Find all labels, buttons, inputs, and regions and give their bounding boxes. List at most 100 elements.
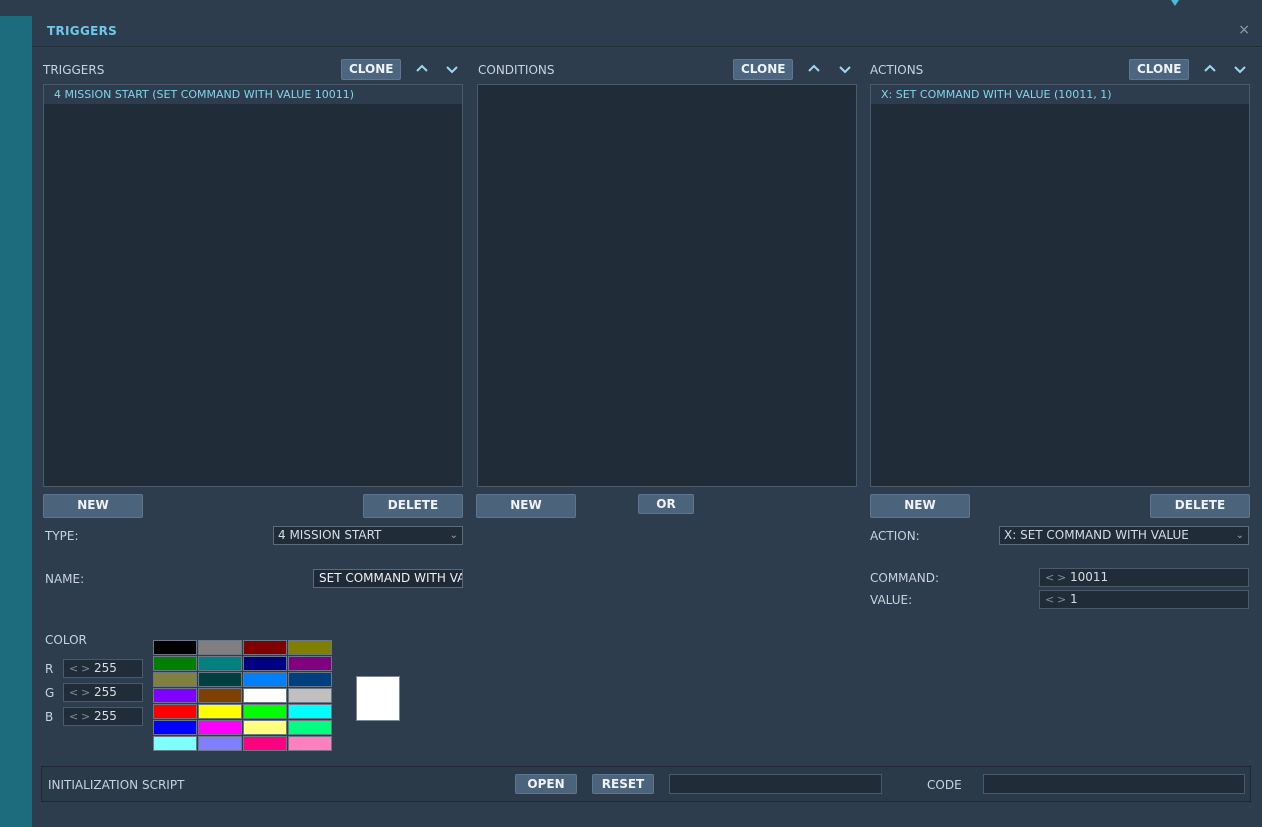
color-swatch[interactable]: [288, 672, 332, 687]
color-swatch[interactable]: [288, 720, 332, 735]
color-swatch[interactable]: [198, 704, 242, 719]
increment-icon[interactable]: >: [81, 684, 90, 701]
name-input[interactable]: SET COMMAND WITH VALU: [313, 569, 463, 588]
conditions-or-button[interactable]: OR: [638, 494, 694, 514]
color-preview: [356, 676, 400, 721]
trigger-list-item[interactable]: 4 MISSION START (SET COMMAND WITH VALUE …: [44, 85, 462, 104]
r-spinner[interactable]: < > 255: [63, 659, 143, 678]
action-select[interactable]: X: SET COMMAND WITH VALUE ⌄: [999, 526, 1249, 545]
decrement-icon[interactable]: <: [1045, 591, 1054, 608]
color-swatch[interactable]: [198, 640, 242, 655]
initialization-script-label: INITIALIZATION SCRIPT: [48, 778, 185, 792]
color-label: COLOR: [45, 633, 87, 647]
g-value: 255: [94, 685, 117, 699]
color-swatch[interactable]: [243, 640, 287, 655]
r-value: 255: [94, 661, 117, 675]
color-swatch[interactable]: [198, 672, 242, 687]
increment-icon[interactable]: >: [1057, 591, 1066, 608]
type-label: TYPE:: [45, 529, 79, 543]
chevron-down-icon: ⌄: [1235, 530, 1244, 541]
top-band: [32, 0, 1262, 16]
actions-new-button[interactable]: NEW: [870, 494, 970, 518]
command-value: 10011: [1070, 570, 1109, 584]
color-swatch[interactable]: [243, 688, 287, 703]
color-swatch[interactable]: [243, 672, 287, 687]
increment-icon[interactable]: >: [1057, 569, 1066, 586]
color-swatch[interactable]: [288, 704, 332, 719]
conditions-header: CONDITIONS: [478, 63, 555, 77]
command-label: COMMAND:: [870, 571, 939, 585]
color-swatch[interactable]: [198, 720, 242, 735]
color-swatch[interactable]: [243, 736, 287, 751]
actions-header: ACTIONS: [870, 63, 924, 77]
actions-delete-button[interactable]: DELETE: [1150, 494, 1250, 518]
name-label: NAME:: [45, 572, 85, 586]
value-spinner[interactable]: < > 1: [1039, 590, 1249, 609]
type-select[interactable]: 4 MISSION START ⌄: [273, 526, 463, 545]
color-swatch[interactable]: [198, 656, 242, 671]
conditions-new-button[interactable]: NEW: [476, 494, 576, 518]
conditions-move-up-icon[interactable]: [806, 61, 822, 77]
color-swatch[interactable]: [153, 736, 197, 751]
code-input[interactable]: [983, 774, 1245, 794]
person-icon[interactable]: [1168, 0, 1182, 11]
action-list-item[interactable]: X: SET COMMAND WITH VALUE (10011, 1): [871, 85, 1249, 104]
actions-move-up-icon[interactable]: [1202, 61, 1218, 77]
initialization-script-panel: INITIALIZATION SCRIPT OPEN RESET CODE: [41, 766, 1251, 802]
titlebar: TRIGGERS ×: [32, 16, 1262, 47]
type-select-value: 4 MISSION START: [278, 528, 382, 542]
r-label: R: [45, 662, 54, 676]
color-swatch[interactable]: [288, 656, 332, 671]
increment-icon[interactable]: >: [81, 660, 90, 677]
action-label: ACTION:: [870, 529, 920, 543]
triggers-list: 4 MISSION START (SET COMMAND WITH VALUE …: [43, 84, 463, 487]
g-spinner[interactable]: < > 255: [63, 683, 143, 702]
color-swatch[interactable]: [153, 704, 197, 719]
color-palette: [153, 640, 333, 751]
window-title: TRIGGERS: [47, 24, 118, 38]
color-swatch[interactable]: [153, 688, 197, 703]
command-spinner[interactable]: < > 10011: [1039, 568, 1249, 587]
color-swatch[interactable]: [288, 640, 332, 655]
conditions-clone-button[interactable]: CLONE: [733, 59, 794, 80]
color-swatch[interactable]: [198, 688, 242, 703]
decrement-icon[interactable]: <: [1045, 569, 1054, 586]
g-label: G: [45, 686, 55, 700]
left-side-strip: [0, 16, 32, 827]
open-button[interactable]: OPEN: [515, 774, 577, 794]
color-swatch[interactable]: [288, 736, 332, 751]
actions-clone-button[interactable]: CLONE: [1129, 59, 1190, 80]
color-swatch[interactable]: [153, 720, 197, 735]
decrement-icon[interactable]: <: [69, 660, 78, 677]
triggers-header: TRIGGERS: [43, 63, 105, 77]
color-swatch[interactable]: [153, 672, 197, 687]
triggers-move-up-icon[interactable]: [414, 61, 430, 77]
triggers-window: TRIGGERS × TRIGGERS CLONE 4 MISSION STAR…: [32, 16, 1262, 827]
triggers-new-button[interactable]: NEW: [43, 494, 143, 518]
actions-move-down-icon[interactable]: [1232, 61, 1248, 77]
color-swatch[interactable]: [243, 720, 287, 735]
color-swatch[interactable]: [153, 640, 197, 655]
decrement-icon[interactable]: <: [69, 708, 78, 725]
decrement-icon[interactable]: <: [69, 684, 78, 701]
conditions-list: [477, 84, 857, 487]
color-swatch[interactable]: [198, 736, 242, 751]
b-spinner[interactable]: < > 255: [63, 707, 143, 726]
color-swatch[interactable]: [243, 656, 287, 671]
color-swatch[interactable]: [153, 656, 197, 671]
color-swatch[interactable]: [288, 688, 332, 703]
color-swatch[interactable]: [243, 704, 287, 719]
b-label: B: [45, 710, 54, 724]
triggers-delete-button[interactable]: DELETE: [363, 494, 463, 518]
b-value: 255: [94, 709, 117, 723]
code-label: CODE: [927, 778, 962, 792]
triggers-move-down-icon[interactable]: [444, 61, 460, 77]
increment-icon[interactable]: >: [81, 708, 90, 725]
chevron-down-icon: ⌄: [449, 530, 458, 541]
script-path-field[interactable]: [669, 774, 882, 794]
close-icon[interactable]: ×: [1238, 22, 1250, 38]
triggers-clone-button[interactable]: CLONE: [341, 59, 402, 80]
action-select-value: X: SET COMMAND WITH VALUE: [1004, 528, 1189, 542]
reset-button[interactable]: RESET: [592, 774, 654, 794]
conditions-move-down-icon[interactable]: [837, 61, 853, 77]
